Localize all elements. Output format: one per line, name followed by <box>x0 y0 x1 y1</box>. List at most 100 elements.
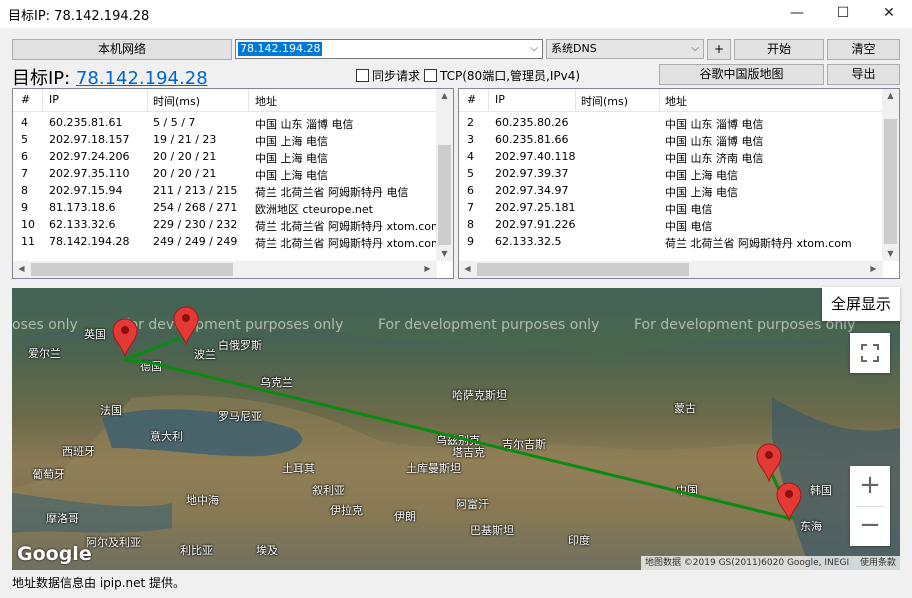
table-row[interactable]: 5 202.97.18.157 19 / 21 / 23 中国 上海 电信 <box>13 131 437 148</box>
trace-table-right[interactable]: # IP 时间(ms) 地址 2 60.235.80.26 中国 山东 淄博 电信 … <box>458 88 900 279</box>
table-row[interactable]: 7 202.97.25.181 中国 电信 <box>459 199 883 216</box>
start-button[interactable]: 开始 <box>734 39 824 60</box>
table-row[interactable]: 10 62.133.32.6 229 / 230 / 232 荷兰 北荷兰省 阿姆斯特… <box>13 216 442 233</box>
table-row[interactable]: 6 202.97.34.97 中国 上海 电信 <box>459 182 883 199</box>
table-cell: 7 <box>467 201 474 214</box>
tcp-checkbox[interactable]: TCP(80端口,管理员,IPv4) <box>424 67 580 84</box>
table-row[interactable]: 5 202.97.39.37 中国 上海 电信 <box>459 165 883 182</box>
table-header: # IP 时间(ms) 地址 <box>459 89 882 112</box>
fullscreen-icon <box>861 344 879 362</box>
table-row[interactable]: 4 60.235.81.61 5 / 5 / 7 中国 山东 淄博 电信 <box>13 114 437 131</box>
table-cell: 20 / 20 / 21 <box>153 150 217 163</box>
table-cell: 欧洲地区 cteurope.net <box>255 203 373 216</box>
target-input-value: 78.142.194.28 <box>238 42 323 56</box>
fullscreen-button[interactable]: 全屏显示 <box>822 287 900 321</box>
scroll-down-icon[interactable]: ▼ <box>436 249 453 258</box>
local-network-button[interactable]: 本机网络 <box>12 39 232 60</box>
clear-button[interactable]: 清空 <box>827 39 900 60</box>
table-cell: 78.142.194.28 <box>49 235 130 248</box>
table-cell: 中国 上海 电信 <box>665 169 738 182</box>
scroll-thumb[interactable] <box>31 263 233 276</box>
table-cell: 6 <box>467 184 474 197</box>
table-row[interactable]: 4 202.97.40.118 中国 山东 济南 电信 <box>459 148 883 165</box>
table-row[interactable]: 7 202.97.35.110 20 / 20 / 21 中国 上海 电信 <box>13 165 437 182</box>
table-cell: 8 <box>21 184 28 197</box>
sync-request-checkbox[interactable]: 同步请求 <box>356 67 420 84</box>
table-cell: 81.173.18.6 <box>49 201 116 214</box>
scroll-thumb[interactable] <box>884 119 897 244</box>
scroll-thumb[interactable] <box>477 263 689 276</box>
minimize-button[interactable]: — <box>774 0 820 26</box>
table-cell: 202.97.25.181 <box>495 201 576 214</box>
add-button[interactable]: + <box>707 39 731 60</box>
scroll-up-icon[interactable]: ▲ <box>436 91 453 100</box>
table-cell: 20 / 20 / 21 <box>153 167 217 180</box>
vertical-scrollbar[interactable]: ▲ ▼ <box>882 89 899 261</box>
map-fullscreen-toggle[interactable] <box>850 333 890 373</box>
google-map-button[interactable]: 谷歌中国版地图 <box>659 64 824 85</box>
route-map[interactable]: oses only For development purposes only … <box>12 288 900 570</box>
zoom-in-button[interactable]: + <box>850 466 890 506</box>
col-header-address: 地址 <box>255 95 277 108</box>
vertical-scrollbar[interactable]: ▲ ▼ <box>436 89 453 261</box>
table-cell: 中国 山东 淄博 电信 <box>255 118 354 131</box>
table-cell: 中国 上海 电信 <box>255 169 328 182</box>
horizontal-scrollbar[interactable]: ◀ ▶ <box>459 261 883 278</box>
scroll-left-icon[interactable]: ◀ <box>459 264 476 273</box>
terms-link[interactable]: 使用条款 <box>860 558 896 568</box>
table-cell: 202.97.24.206 <box>49 150 130 163</box>
scroll-thumb[interactable] <box>438 145 451 245</box>
scroll-down-icon[interactable]: ▼ <box>882 249 899 258</box>
table-cell: 7 <box>21 167 28 180</box>
table-row[interactable]: 8 202.97.91.226 中国 电信 <box>459 216 883 233</box>
table-cell: 中国 上海 电信 <box>255 152 328 165</box>
table-cell: 荷兰 北荷兰省 阿姆斯特丹 xtom.com <box>665 237 852 250</box>
export-button[interactable]: 导出 <box>827 64 900 85</box>
sync-request-label: 同步请求 <box>372 69 421 83</box>
table-cell: 5 / 5 / 7 <box>153 116 196 129</box>
route-overlay <box>112 306 802 522</box>
table-cell: 9 <box>21 201 28 214</box>
table-row[interactable]: 8 202.97.15.94 211 / 213 / 215 荷兰 北荷兰省 阿姆斯特… <box>13 182 437 199</box>
target-ip-link[interactable]: 78.142.194.28 <box>76 68 208 89</box>
col-header-time: 时间(ms) <box>153 95 201 108</box>
scroll-left-icon[interactable]: ◀ <box>13 264 30 273</box>
table-cell: 中国 上海 电信 <box>665 186 738 199</box>
table-row[interactable]: 9 81.173.18.6 254 / 268 / 271 欧洲地区 cteurope… <box>13 199 437 216</box>
trace-table-left[interactable]: # IP 时间(ms) 地址 4 60.235.81.61 5 / 5 / 7 中国 … <box>12 88 454 279</box>
table-row[interactable]: 3 60.235.81.66 中国 山东 淄博 电信 <box>459 131 883 148</box>
table-cell: 202.97.34.97 <box>495 184 569 197</box>
scroll-right-icon[interactable]: ▶ <box>865 264 882 273</box>
table-cell: 202.97.39.37 <box>495 167 569 180</box>
data-source-footer: 地址数据信息由 ipip.net 提供。 <box>12 576 186 590</box>
dns-select[interactable]: 系统DNS ⌵ <box>546 39 704 59</box>
route-line <box>123 334 795 520</box>
table-row[interactable]: 6 202.97.24.206 20 / 20 / 21 中国 上海 电信 <box>13 148 437 165</box>
map-pin-icon <box>756 443 782 483</box>
table-cell: 9 <box>467 235 474 248</box>
target-input[interactable]: 78.142.194.28 ⌵ <box>235 39 543 59</box>
checkbox-icon <box>424 69 437 82</box>
table-row[interactable]: 2 60.235.80.26 中国 山东 淄博 电信 <box>459 114 883 131</box>
table-row[interactable]: 9 62.133.32.5 荷兰 北荷兰省 阿姆斯特丹 xtom.com <box>459 233 883 250</box>
table-cell: 4 <box>21 116 28 129</box>
table-cell: 5 <box>467 167 474 180</box>
table-cell: 10 <box>21 218 35 231</box>
table-cell: 62.133.32.5 <box>495 235 562 248</box>
close-button[interactable]: ✕ <box>866 0 912 26</box>
col-header-time: 时间(ms) <box>581 95 629 108</box>
google-logo: Google <box>17 543 92 565</box>
title-bar: 目标IP: 78.142.194.28 — ☐ ✕ <box>0 0 912 28</box>
table-row[interactable]: 11 78.142.194.28 249 / 249 / 249 荷兰 北荷兰省 阿姆… <box>13 233 442 250</box>
horizontal-scrollbar[interactable]: ◀ ▶ <box>13 261 437 278</box>
scroll-up-icon[interactable]: ▲ <box>882 91 899 100</box>
table-cell: 60.235.81.61 <box>49 116 123 129</box>
table-cell: 11 <box>21 235 35 248</box>
col-header-ip: IP <box>495 93 505 106</box>
zoom-out-button[interactable]: − <box>850 506 890 546</box>
table-cell: 2 <box>467 116 474 129</box>
target-ip-heading: 目标IP: 78.142.194.28 <box>12 64 208 90</box>
table-cell: 202.97.35.110 <box>49 167 130 180</box>
scroll-right-icon[interactable]: ▶ <box>419 264 436 273</box>
maximize-button[interactable]: ☐ <box>820 0 866 26</box>
